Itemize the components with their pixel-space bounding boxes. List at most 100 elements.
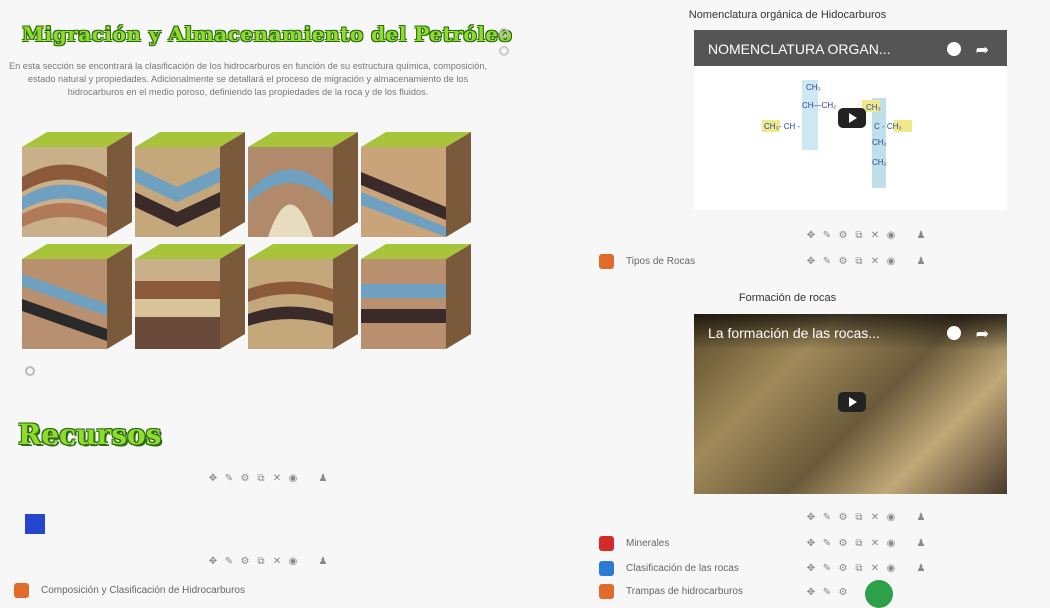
gear-icon[interactable]: ⚙ (838, 563, 848, 574)
user-icon[interactable]: ♟ (916, 563, 926, 574)
eye-icon[interactable]: ◉ (288, 473, 298, 484)
resource-icon[interactable] (25, 514, 45, 534)
move-icon[interactable]: ✥ (806, 538, 816, 549)
toolbar: ✥ ✎ ⚙ ⧉ ✕ ◉ ♟ (806, 538, 926, 549)
gear-icon[interactable]: ⚙ (838, 587, 848, 598)
video-header: NOMENCLATURA ORGAN... ➦ (694, 30, 1007, 66)
move-icon[interactable]: ✥ (208, 473, 218, 484)
recursos-heading: Recursos (18, 418, 162, 451)
section-intro: En esta sección se encontrará la clasifi… (8, 61, 487, 97)
move-icon[interactable]: ✥ (806, 230, 816, 241)
eye-icon[interactable]: ◉ (886, 512, 896, 523)
delete-icon[interactable]: ✕ (870, 512, 880, 523)
edit-icon[interactable]: ✎ (224, 473, 234, 484)
geology-block (248, 132, 358, 237)
edit-icon[interactable]: ✎ (822, 587, 832, 598)
geology-diagram (22, 132, 488, 356)
svg-text:CH₂: CH₂ (872, 158, 887, 167)
svg-text:CH₃: CH₃ (866, 103, 881, 112)
eye-icon[interactable]: ◉ (886, 563, 896, 574)
delete-icon[interactable]: ✕ (272, 556, 282, 567)
user-icon[interactable]: ♟ (916, 256, 926, 267)
svg-text:CH₃- CH -: CH₃- CH - (764, 122, 800, 131)
video-player[interactable]: NOMENCLATURA ORGAN... ➦ CH₃ CH—CH₂ CH₃- … (694, 30, 1007, 210)
edit-icon[interactable]: ✎ (822, 538, 832, 549)
eye-icon[interactable]: ◉ (886, 230, 896, 241)
clock-icon[interactable] (947, 326, 961, 340)
geology-block (22, 132, 132, 237)
edit-icon[interactable]: ✎ (822, 230, 832, 241)
file-icon (14, 583, 29, 598)
file-icon (599, 561, 614, 576)
settings-icon[interactable] (499, 28, 509, 38)
eye-icon[interactable] (499, 46, 509, 56)
user-icon[interactable]: ♟ (916, 512, 926, 523)
share-icon[interactable]: ➦ (976, 324, 989, 344)
delete-icon[interactable]: ✕ (870, 538, 880, 549)
resource-label[interactable]: Composición y Clasificación de Hidrocarb… (41, 585, 245, 596)
help-button[interactable] (865, 580, 893, 608)
video-title: Nomenclatura orgánica de Hidocarburos (688, 9, 887, 21)
user-icon[interactable]: ♟ (916, 230, 926, 241)
copy-icon[interactable]: ⧉ (854, 563, 864, 574)
gear-icon[interactable]: ⚙ (240, 473, 250, 484)
resource-label[interactable]: Minerales (626, 538, 669, 549)
toolbar: ✥ ✎ ⚙ ⧉ ✕ ◉ ♟ (208, 473, 328, 484)
gear-icon[interactable]: ⚙ (838, 538, 848, 549)
gear-icon[interactable]: ⚙ (838, 256, 848, 267)
toolbar: ✥ ✎ ⚙ (806, 587, 848, 598)
eye-icon[interactable]: ◉ (288, 556, 298, 567)
svg-text:C - CH₃: C - CH₃ (874, 122, 902, 131)
move-icon[interactable]: ✥ (806, 512, 816, 523)
eye-icon[interactable]: ◉ (886, 538, 896, 549)
edit-icon[interactable]: ✎ (224, 556, 234, 567)
video-player[interactable]: La formación de las rocas... ➦ (694, 314, 1007, 494)
clock-icon[interactable] (947, 42, 961, 56)
video-overlay-title: La formación de las rocas... (708, 325, 880, 341)
resource-link[interactable]: Composición y Clasificación de Hidrocarb… (14, 583, 245, 598)
video-overlay-title: NOMENCLATURA ORGAN... (708, 41, 891, 57)
copy-icon[interactable]: ⧉ (854, 512, 864, 523)
svg-text:CH₃: CH₃ (806, 83, 821, 92)
user-icon[interactable]: ♟ (318, 556, 328, 567)
section-title: Migración y Almacenamiento del Petróleo (22, 22, 513, 46)
copy-icon[interactable]: ⧉ (854, 230, 864, 241)
copy-icon[interactable]: ⧉ (854, 256, 864, 267)
delete-icon[interactable]: ✕ (272, 473, 282, 484)
share-icon[interactable]: ➦ (976, 40, 989, 60)
play-button[interactable] (838, 108, 866, 128)
resource-link[interactable]: Tipos de Rocas (599, 254, 695, 269)
user-icon[interactable]: ♟ (916, 538, 926, 549)
edit-icon[interactable]: ✎ (822, 256, 832, 267)
left-column: Migración y Almacenamiento del Petróleo … (0, 0, 525, 598)
resource-label[interactable]: Trampas de hidrocarburos (626, 586, 743, 597)
copy-icon[interactable]: ⧉ (256, 473, 266, 484)
eye-icon[interactable]: ◉ (886, 256, 896, 267)
geology-block (248, 244, 358, 349)
move-icon[interactable]: ✥ (806, 563, 816, 574)
gear-icon[interactable]: ⚙ (240, 556, 250, 567)
copy-icon[interactable]: ⧉ (854, 538, 864, 549)
resource-link[interactable]: Minerales (599, 536, 669, 551)
resource-link[interactable]: Trampas de hidrocarburos (599, 584, 743, 599)
edit-icon[interactable]: ✎ (822, 512, 832, 523)
resource-label[interactable]: Tipos de Rocas (626, 256, 695, 267)
settings-icon[interactable] (25, 366, 35, 376)
resource-link[interactable]: Clasificación de las rocas (599, 561, 739, 576)
resource-label[interactable]: Clasificación de las rocas (626, 563, 739, 574)
user-icon[interactable]: ♟ (318, 473, 328, 484)
delete-icon[interactable]: ✕ (870, 563, 880, 574)
delete-icon[interactable]: ✕ (870, 256, 880, 267)
play-button[interactable] (838, 392, 866, 412)
gear-icon[interactable]: ⚙ (838, 512, 848, 523)
edit-icon[interactable]: ✎ (822, 563, 832, 574)
delete-icon[interactable]: ✕ (870, 230, 880, 241)
gear-icon[interactable]: ⚙ (838, 230, 848, 241)
copy-icon[interactable]: ⧉ (256, 556, 266, 567)
geology-block (22, 244, 132, 349)
toolbar: ✥ ✎ ⚙ ⧉ ✕ ◉ ♟ (806, 563, 926, 574)
geology-block (135, 132, 245, 237)
move-icon[interactable]: ✥ (208, 556, 218, 567)
move-icon[interactable]: ✥ (806, 587, 816, 598)
move-icon[interactable]: ✥ (806, 256, 816, 267)
